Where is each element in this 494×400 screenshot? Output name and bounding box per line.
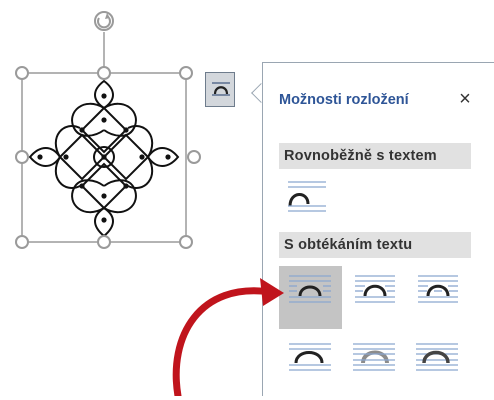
resize-handles[interactable]: [15, 66, 201, 249]
section-heading-inline: Rovnoběžně s textem: [279, 143, 471, 169]
close-button[interactable]: ×: [454, 88, 476, 110]
wrap-option-in-front-of-text[interactable]: [410, 338, 468, 400]
wrap-square-icon: [289, 275, 331, 303]
wrap-option-top-bottom[interactable]: [283, 338, 341, 400]
layout-options-button[interactable]: [205, 72, 235, 107]
wrap-top-bottom-icon: [289, 343, 331, 371]
selected-image[interactable]: [0, 0, 240, 260]
wrap-option-through[interactable]: [410, 270, 468, 332]
wrap-inline-icon: [212, 82, 230, 96]
wrap-option-square[interactable]: [279, 266, 342, 329]
wrap-behind-text-icon: [353, 343, 395, 371]
wrap-through-icon: [418, 275, 458, 303]
wrap-tight-icon: [355, 275, 395, 303]
wrap-option-tight[interactable]: [347, 270, 405, 332]
wrap-inline-icon: [288, 181, 326, 212]
wrap-in-front-of-text-icon: [416, 343, 458, 371]
panel-title: Možnosti rozložení: [279, 92, 409, 108]
section-heading-wrapping: S obtékáním textu: [279, 232, 471, 258]
wrap-option-behind-text[interactable]: [347, 338, 405, 400]
document-canvas: Možnosti rozložení × Rovnoběžně s textem…: [0, 0, 494, 396]
wrap-option-inline[interactable]: [278, 176, 336, 238]
rotate-icon[interactable]: [94, 11, 114, 31]
